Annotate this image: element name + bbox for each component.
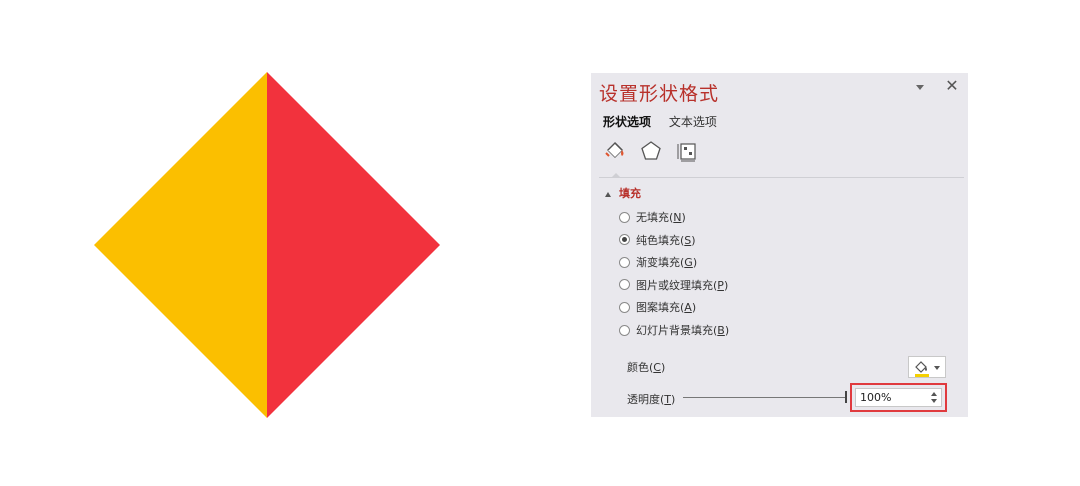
radio-label: 图片或纹理填充(: [636, 278, 718, 292]
radio-label-suffix: ): [724, 324, 730, 337]
diamond-right-half-red[interactable]: [267, 72, 440, 418]
radio-label-suffix: ): [691, 233, 696, 247]
radio-fill-slide-background[interactable]: 幻灯片背景填充(B): [619, 322, 729, 340]
radio-fill-gradient[interactable]: 渐变填充(G): [619, 254, 697, 272]
radio-label-suffix: ): [692, 256, 698, 270]
spin-down-icon[interactable]: [931, 399, 937, 403]
radio-label-suffix: ): [723, 278, 729, 292]
diamond-shape[interactable]: [94, 72, 440, 418]
radio-accesskey: A: [684, 301, 692, 315]
chevron-down-icon[interactable]: [934, 366, 940, 370]
format-shape-pane: 设置形状格式 ✕ 形状选项 文本选项 填充 无填充(N) 纯色填充(S) 渐变填充(…: [591, 73, 968, 417]
radio-button[interactable]: [619, 301, 630, 313]
color-label: 颜色(C): [627, 361, 666, 374]
radio-label: 幻灯片背景填充(: [636, 324, 718, 337]
radio-button[interactable]: [619, 324, 630, 336]
radio-button[interactable]: [619, 279, 630, 291]
radio-label: 图案填充(: [636, 301, 685, 315]
pane-tabs: 形状选项 文本选项: [603, 113, 731, 130]
radio-fill-pattern[interactable]: 图案填充(A): [619, 299, 696, 317]
section-fill-title: 填充: [619, 187, 641, 200]
tab-shape-options[interactable]: 形状选项: [603, 113, 651, 130]
transparency-value: 100%: [860, 391, 892, 404]
radio-accesskey: N: [673, 211, 682, 224]
transparency-slider-thumb[interactable]: [845, 391, 847, 403]
close-icon[interactable]: ✕: [944, 77, 960, 95]
radio-accesskey: B: [717, 324, 725, 337]
radio-fill-picture-texture[interactable]: 图片或纹理填充(P): [619, 277, 728, 295]
pane-divider: [599, 177, 964, 178]
radio-accesskey: P: [717, 278, 724, 292]
pane-options-dropdown-icon[interactable]: [916, 85, 924, 90]
radio-fill-none[interactable]: 无填充(N): [619, 209, 686, 227]
radio-label: 渐变填充(: [636, 256, 685, 270]
radio-label-suffix: ): [691, 301, 697, 315]
tab-text-options[interactable]: 文本选项: [669, 113, 717, 130]
diamond-left-half-yellow[interactable]: [94, 72, 267, 418]
fill-line-icon[interactable]: [603, 139, 627, 163]
radio-button[interactable]: [619, 211, 630, 223]
transparency-input[interactable]: 100%: [855, 388, 942, 407]
collapse-triangle-icon: [605, 191, 611, 197]
pane-title: 设置形状格式: [599, 83, 720, 105]
effects-pentagon-icon[interactable]: [639, 139, 663, 163]
section-fill-header[interactable]: 填充: [605, 185, 641, 201]
radio-accesskey: G: [684, 256, 693, 270]
radio-button[interactable]: [619, 256, 630, 268]
size-properties-icon[interactable]: [675, 139, 699, 163]
spin-up-icon[interactable]: [931, 392, 937, 396]
radio-label-suffix: ): [681, 211, 686, 224]
transparency-slider[interactable]: [683, 397, 847, 398]
paint-bucket-icon: [915, 361, 929, 377]
radio-label: 无填充(: [636, 211, 674, 224]
radio-button[interactable]: [619, 234, 630, 246]
transparency-label: 透明度(T): [627, 393, 676, 406]
radio-fill-solid[interactable]: 纯色填充(S): [619, 232, 696, 250]
fill-color-picker-button[interactable]: [908, 356, 946, 378]
radio-label: 纯色填充(: [636, 233, 685, 247]
